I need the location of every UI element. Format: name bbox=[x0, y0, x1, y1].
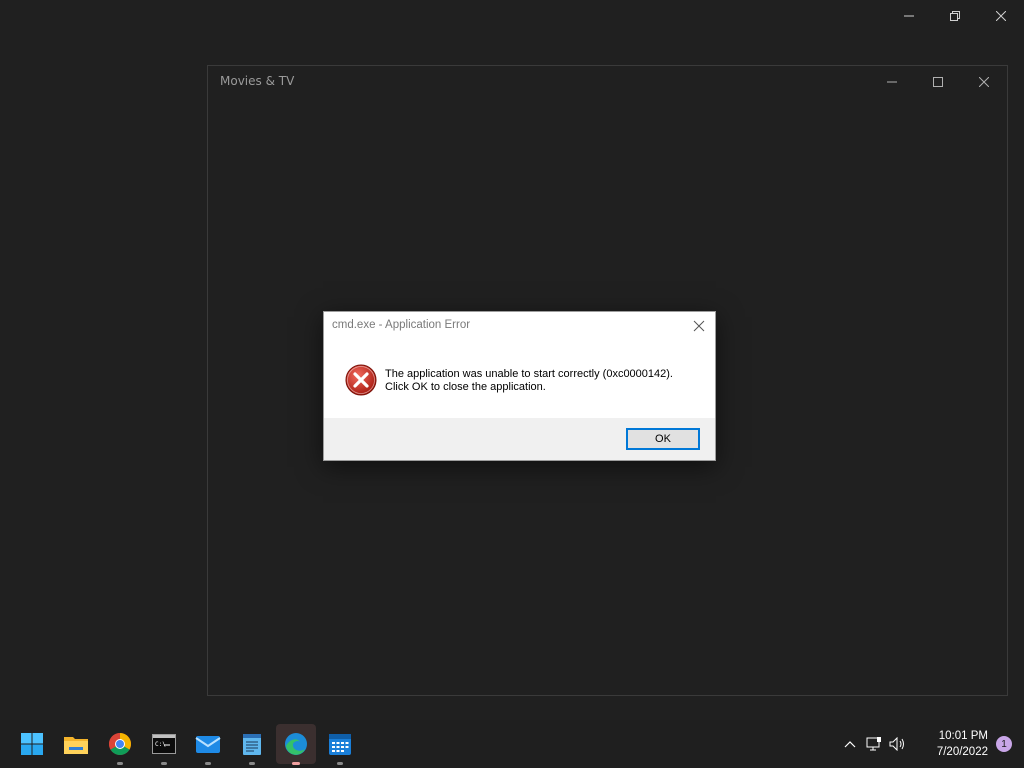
error-icon bbox=[345, 364, 377, 396]
terminal-button[interactable]: C:\ bbox=[142, 720, 186, 768]
close-icon bbox=[996, 11, 1006, 21]
start-button[interactable] bbox=[10, 720, 54, 768]
minimize-icon bbox=[887, 81, 897, 83]
calendar-button[interactable] bbox=[318, 720, 362, 768]
network-button[interactable] bbox=[862, 720, 886, 768]
close-icon bbox=[979, 77, 989, 87]
system-tray: 10:01 PM 7/20/2022 1 bbox=[838, 720, 1024, 768]
window-controls bbox=[869, 66, 1007, 98]
chrome-button[interactable] bbox=[98, 720, 142, 768]
clock-time: 10:01 PM bbox=[938, 730, 988, 742]
maximize-button[interactable] bbox=[915, 66, 961, 98]
notepad-icon bbox=[243, 734, 261, 755]
mail-button[interactable] bbox=[186, 720, 230, 768]
dialog-message-line1: The application was unable to start corr… bbox=[385, 368, 673, 380]
dialog-body: The application was unable to start corr… bbox=[324, 340, 715, 420]
chevron-up-icon bbox=[844, 741, 856, 748]
dialog-titlebar[interactable]: cmd.exe - Application Error bbox=[324, 312, 715, 340]
maximize-icon bbox=[933, 77, 943, 87]
dialog-footer: OK bbox=[324, 418, 715, 460]
running-indicator bbox=[117, 762, 123, 765]
dialog-message-line2: Click OK to close the application. bbox=[385, 381, 546, 393]
network-icon bbox=[866, 737, 881, 751]
outer-window-controls bbox=[886, 0, 1024, 32]
running-indicator bbox=[205, 762, 211, 765]
running-indicator bbox=[292, 762, 300, 765]
dialog-close-icon[interactable] bbox=[691, 318, 707, 334]
file-explorer-button[interactable] bbox=[54, 720, 98, 768]
edge-icon bbox=[285, 733, 307, 755]
taskbar: C:\ 10:01 PM 7/20/2022 1 bbox=[0, 720, 1024, 768]
movies-tv-titlebar[interactable]: Movies & TV bbox=[208, 66, 1007, 98]
folder-icon bbox=[64, 737, 88, 754]
terminal-icon: C:\ bbox=[152, 734, 176, 754]
windows-start-icon bbox=[21, 733, 43, 755]
window-title: Movies & TV bbox=[220, 74, 295, 88]
restore-icon bbox=[950, 11, 960, 21]
calendar-icon bbox=[329, 734, 351, 755]
show-hidden-icons-button[interactable] bbox=[838, 720, 862, 768]
outer-minimize-button[interactable] bbox=[886, 0, 932, 32]
outer-close-button[interactable] bbox=[978, 0, 1024, 32]
dialog-title: cmd.exe - Application Error bbox=[332, 319, 471, 331]
outer-restore-button[interactable] bbox=[932, 0, 978, 32]
application-error-dialog: cmd.exe - Application Error The applicat… bbox=[323, 311, 716, 461]
edge-button[interactable] bbox=[274, 720, 318, 768]
volume-button[interactable] bbox=[886, 720, 910, 768]
notepad-button[interactable] bbox=[230, 720, 274, 768]
running-indicator bbox=[337, 762, 343, 765]
mail-icon bbox=[195, 736, 221, 753]
close-button[interactable] bbox=[961, 66, 1007, 98]
taskbar-apps: C:\ bbox=[10, 720, 362, 768]
notification-badge[interactable]: 1 bbox=[996, 736, 1012, 752]
running-indicator bbox=[161, 762, 167, 765]
chrome-icon bbox=[109, 733, 131, 755]
minimize-icon bbox=[904, 15, 914, 17]
clock[interactable]: 10:01 PM 7/20/2022 bbox=[910, 728, 996, 760]
running-indicator bbox=[249, 762, 255, 765]
volume-icon bbox=[889, 737, 904, 751]
clock-date: 7/20/2022 bbox=[936, 746, 988, 758]
minimize-button[interactable] bbox=[869, 66, 915, 98]
dialog-message: The application was unable to start corr… bbox=[385, 368, 673, 394]
ok-button[interactable]: OK bbox=[626, 428, 700, 450]
